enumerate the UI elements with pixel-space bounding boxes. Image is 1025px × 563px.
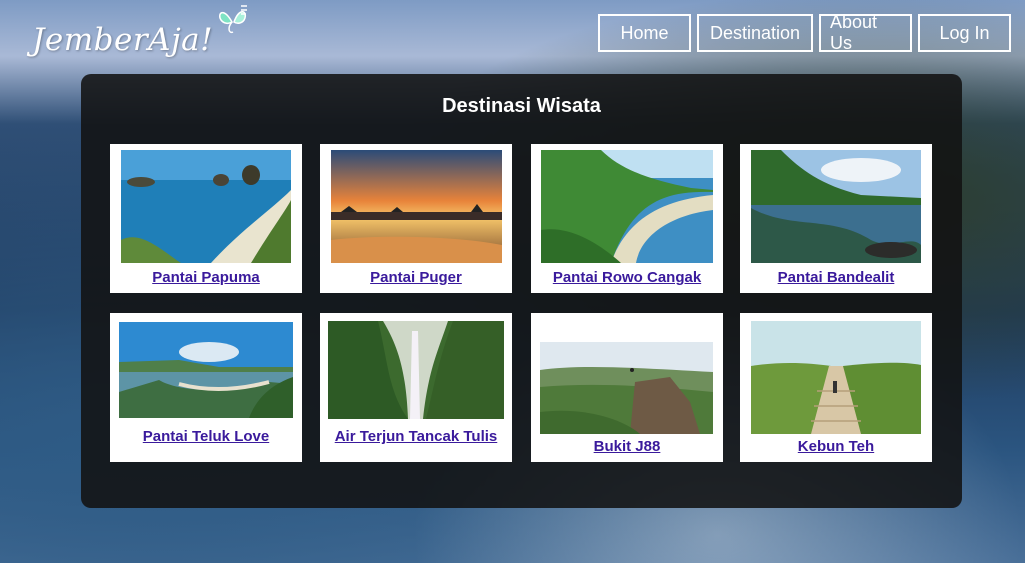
bandealit-beach-image bbox=[751, 150, 921, 263]
destination-card-puger[interactable]: Pantai Puger bbox=[320, 144, 512, 293]
destination-card-bandealit[interactable]: Pantai Bandealit bbox=[740, 144, 932, 293]
butterfly-icon bbox=[219, 5, 248, 34]
destination-link[interactable]: Kebun Teh bbox=[740, 438, 932, 455]
page-title: Destinasi Wisata bbox=[442, 95, 601, 117]
destination-link[interactable]: Pantai Puger bbox=[320, 269, 512, 286]
destination-card-tancak-tulis[interactable]: Air Terjun Tancak Tulis bbox=[320, 313, 512, 462]
puger-beach-image bbox=[331, 150, 502, 263]
destination-link[interactable]: Bukit J88 bbox=[531, 438, 723, 455]
destination-card-rowo-cangak[interactable]: Pantai Rowo Cangak bbox=[531, 144, 723, 293]
nav-home-button[interactable]: Home bbox=[598, 14, 691, 52]
tancak-tulis-waterfall-image bbox=[328, 321, 504, 419]
destination-link[interactable]: Pantai Bandealit bbox=[740, 269, 932, 286]
destination-link[interactable]: Pantai Rowo Cangak bbox=[531, 269, 723, 286]
logo-text: JemberAja! bbox=[32, 22, 214, 58]
nav-destination-button[interactable]: Destination bbox=[697, 14, 813, 52]
teluk-love-beach-image bbox=[119, 322, 293, 418]
nav-about-button[interactable]: About Us bbox=[819, 12, 912, 53]
destination-card-kebun-teh[interactable]: Kebun Teh bbox=[740, 313, 932, 462]
top-nav: Home Destination About Us Log In bbox=[598, 12, 1011, 53]
destination-card-teluk-love[interactable]: Pantai Teluk Love bbox=[110, 313, 302, 462]
destinations-panel: Destinasi Wisata Pantai Papuma Pantai Pu… bbox=[81, 74, 962, 508]
rowo-cangak-beach-image bbox=[541, 150, 713, 263]
destination-card-bukit-j88[interactable]: Bukit J88 bbox=[531, 313, 723, 462]
logo[interactable]: JemberAja! bbox=[32, 5, 251, 58]
kebun-teh-image bbox=[751, 321, 921, 434]
destination-card-papuma[interactable]: Pantai Papuma bbox=[110, 144, 302, 293]
nav-login-button[interactable]: Log In bbox=[918, 14, 1011, 52]
papuma-beach-image bbox=[121, 150, 291, 263]
bukit-j88-image bbox=[540, 342, 713, 434]
destination-link[interactable]: Pantai Teluk Love bbox=[110, 428, 302, 445]
destination-link[interactable]: Air Terjun Tancak Tulis bbox=[320, 428, 512, 445]
destination-link[interactable]: Pantai Papuma bbox=[110, 269, 302, 286]
